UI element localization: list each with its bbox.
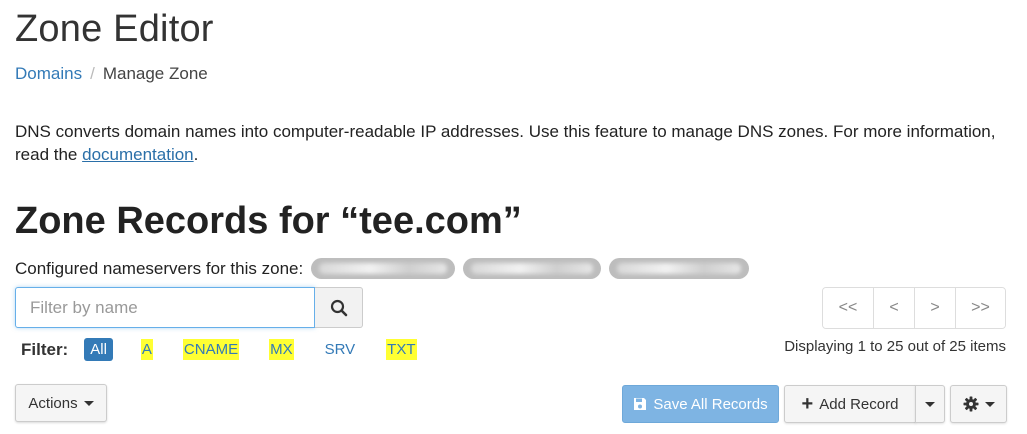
nameserver-badge-redacted xyxy=(311,258,456,279)
caret-down-icon xyxy=(83,400,94,406)
floppy-disk-icon xyxy=(634,398,647,410)
breadcrumb: Domains / Manage Zone xyxy=(15,64,208,84)
nameserver-badge-redacted xyxy=(609,258,750,279)
save-all-records-button[interactable]: Save All Records xyxy=(622,385,779,423)
zone-records-heading: Zone Records for “tee.com” xyxy=(15,200,522,242)
nameserver-badge-redacted xyxy=(463,258,602,279)
page-title: Zone Editor xyxy=(15,8,214,50)
add-record-label: Add Record xyxy=(819,395,899,413)
filter-chip-a[interactable]: A xyxy=(140,339,153,360)
first-page-button[interactable]: << xyxy=(823,288,873,328)
filter-chip-txt[interactable]: TXT xyxy=(386,339,417,360)
display-count: Displaying 1 to 25 out of 25 items xyxy=(784,338,1006,355)
breadcrumb-domains-link[interactable]: Domains xyxy=(15,64,82,84)
add-record-dropdown-toggle[interactable] xyxy=(915,385,945,423)
filter-label: Filter: xyxy=(21,339,69,359)
next-page-button[interactable]: > xyxy=(914,288,955,328)
documentation-link[interactable]: documentation xyxy=(82,145,194,164)
actions-dropdown-button[interactable]: Actions xyxy=(15,384,107,422)
breadcrumb-current: Manage Zone xyxy=(102,64,208,83)
previous-page-button[interactable]: < xyxy=(873,288,914,328)
caret-down-icon xyxy=(925,401,935,407)
search-group xyxy=(15,287,363,328)
filter-chip-srv[interactable]: SRV xyxy=(324,339,357,360)
page-description: DNS converts domain names into computer-… xyxy=(15,120,1005,166)
filter-by-name-input[interactable] xyxy=(15,287,315,328)
description-suffix: . xyxy=(193,145,199,164)
nameservers-row: Configured nameservers for this zone: xyxy=(15,258,750,279)
settings-dropdown-button[interactable] xyxy=(950,385,1007,423)
search-button[interactable] xyxy=(315,287,363,328)
plus-icon: + xyxy=(801,393,814,415)
last-page-button[interactable]: >> xyxy=(955,288,1005,328)
filter-chip-all[interactable]: All xyxy=(84,338,113,361)
filter-chip-mx[interactable]: MX xyxy=(269,339,294,360)
search-icon xyxy=(330,299,347,316)
add-record-button[interactable]: + Add Record xyxy=(784,385,916,423)
caret-down-icon xyxy=(984,401,995,407)
filter-chip-cname[interactable]: CNAME xyxy=(182,339,240,360)
record-type-filter: Filter: All A CNAME MX SRV TXT xyxy=(21,338,447,361)
gear-icon xyxy=(963,396,978,412)
save-all-records-label: Save All Records xyxy=(653,395,768,413)
nameservers-label: Configured nameservers for this zone: xyxy=(15,258,304,278)
actions-label: Actions xyxy=(28,394,78,412)
breadcrumb-separator: / xyxy=(90,64,95,83)
pagination: << < > >> xyxy=(822,287,1006,329)
